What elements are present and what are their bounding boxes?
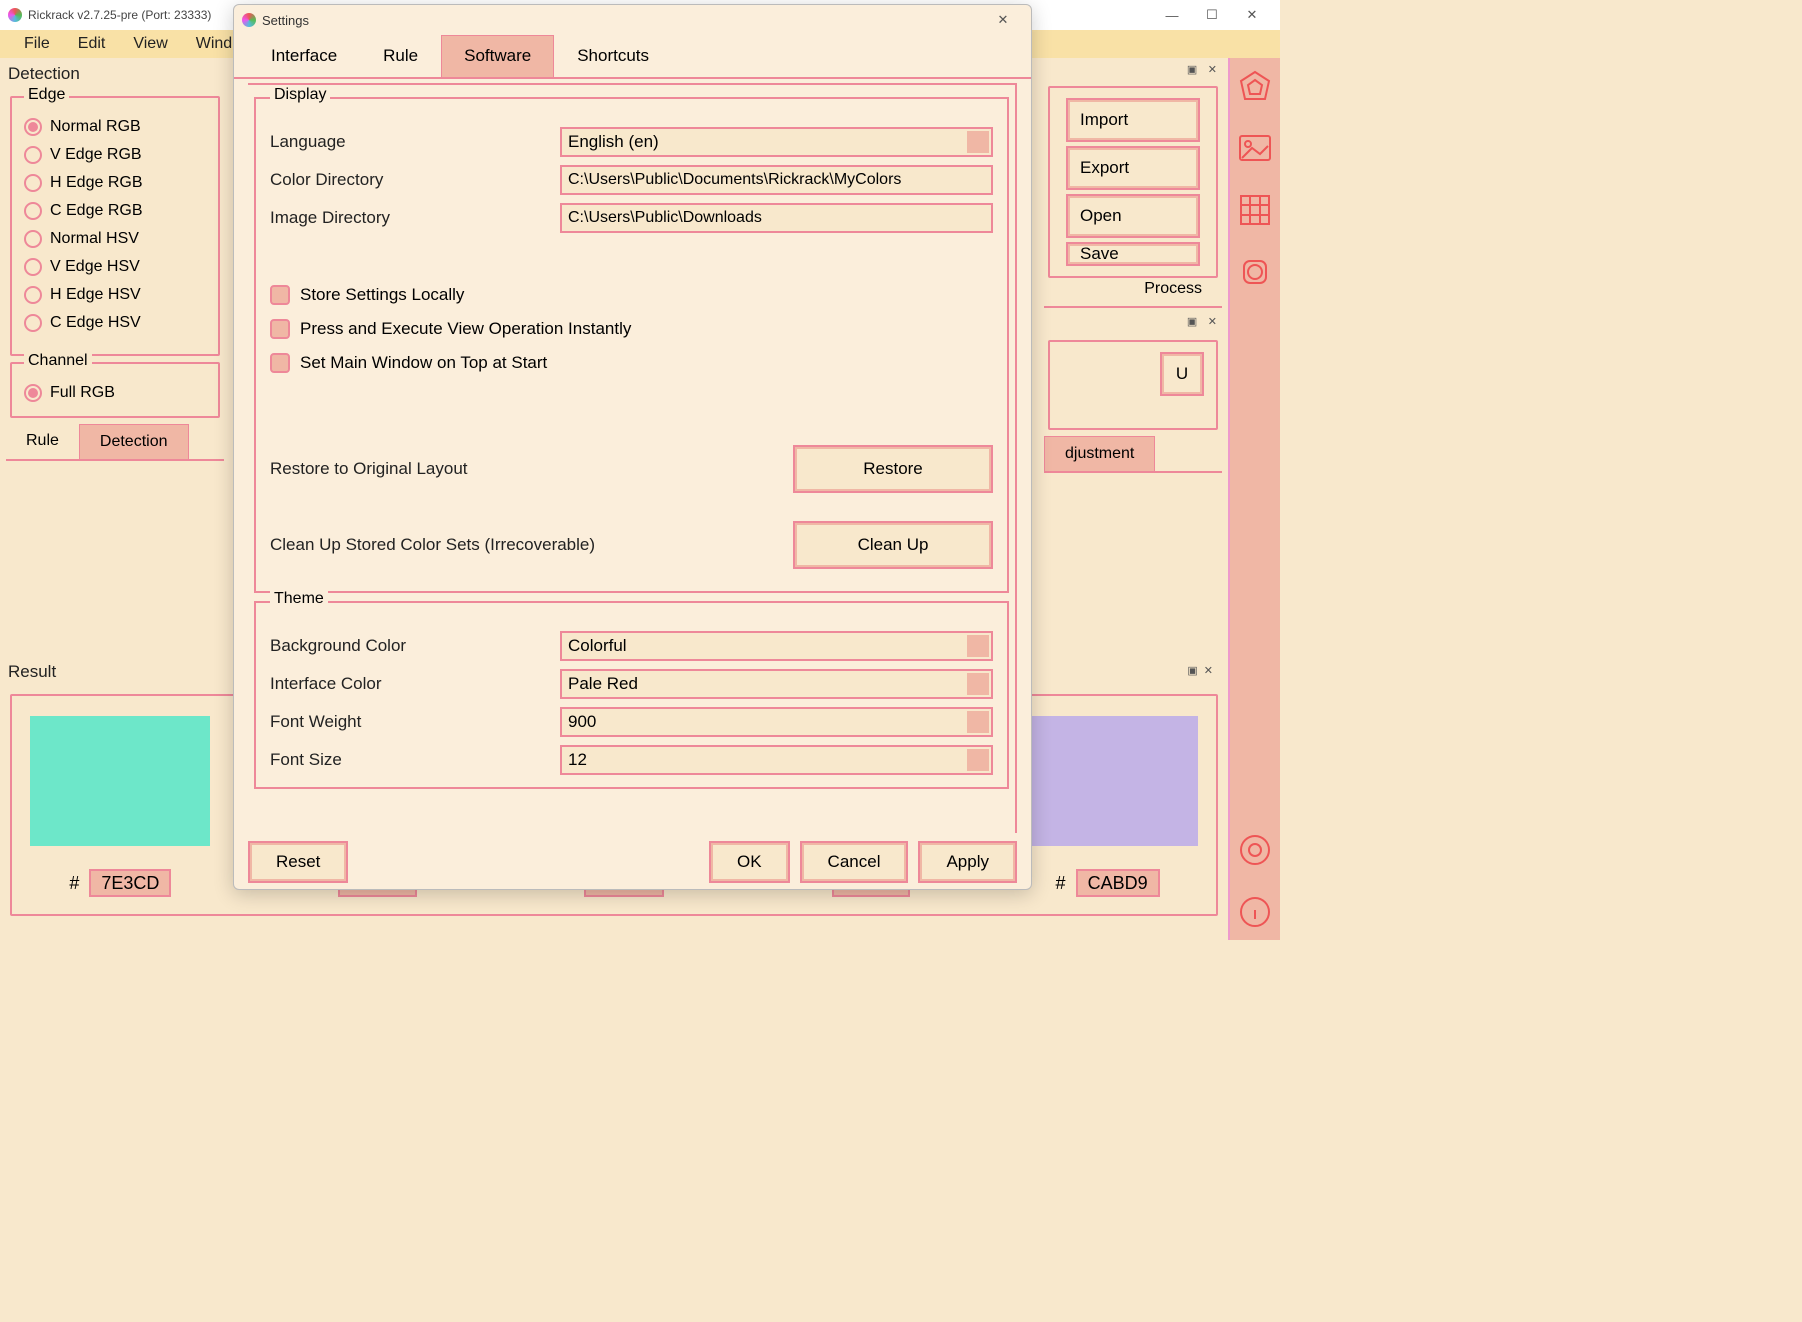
bgcolor-select[interactable]: Colorful (560, 631, 993, 661)
colordir-input[interactable] (560, 165, 993, 195)
menu-file[interactable]: File (10, 35, 64, 53)
reset-button[interactable]: Reset (248, 841, 348, 883)
settings-icon[interactable] (1237, 832, 1273, 868)
maximize-button[interactable]: ☐ (1192, 1, 1232, 29)
check-store-locally[interactable]: Store Settings Locally (270, 285, 993, 305)
app-icon (8, 8, 22, 22)
save-button[interactable]: Save (1066, 242, 1200, 266)
language-label: Language (270, 132, 560, 152)
adjust-group: U (1048, 340, 1218, 430)
tab-interface[interactable]: Interface (248, 35, 360, 77)
result-item: # 7E3CD (30, 716, 210, 894)
minimize-button[interactable]: — (1152, 1, 1192, 29)
tab-shortcuts[interactable]: Shortcuts (554, 35, 672, 77)
ifcolor-select[interactable]: Pale Red (560, 669, 993, 699)
edge-legend: Edge (24, 86, 69, 104)
dialog-icon (242, 13, 256, 27)
dialog-title-bar: Settings ✕ (234, 5, 1031, 35)
edge-group: Edge Normal RGBV Edge RGBH Edge RGBC Edg… (10, 96, 220, 356)
panel-close-icon-2[interactable]: ✕ (1208, 316, 1217, 328)
menu-edit[interactable]: Edit (64, 35, 120, 53)
dialog-footer: Reset OK Cancel Apply (234, 835, 1031, 889)
fontsize-select[interactable]: 12 (560, 745, 993, 775)
edge-option[interactable]: V Edge HSV (24, 258, 206, 276)
colordir-label: Color Directory (270, 170, 560, 190)
check-press-execute[interactable]: Press and Execute View Operation Instant… (270, 319, 993, 339)
export-button[interactable]: Export (1066, 146, 1200, 190)
display-group: Display Language English (en) Color Dire… (254, 97, 1009, 593)
adjust-tab-row: djustment (1044, 436, 1222, 473)
tab-software[interactable]: Software (441, 35, 554, 77)
u-button[interactable]: U (1160, 352, 1204, 396)
fontsize-label: Font Size (270, 750, 560, 770)
hex-value[interactable]: 7E3CD (89, 869, 171, 897)
ifcolor-label: Interface Color (270, 674, 560, 694)
image-icon[interactable] (1237, 130, 1273, 166)
edge-option[interactable]: C Edge RGB (24, 202, 206, 220)
grid-icon[interactable] (1237, 192, 1273, 228)
result-item: # CABD9 (1018, 716, 1198, 894)
fontweight-select[interactable]: 900 (560, 707, 993, 737)
color-swatch[interactable] (30, 716, 210, 846)
hex-value[interactable]: CABD9 (1076, 869, 1160, 897)
detection-tab-row: Rule Detection (6, 424, 224, 461)
tab-rule-settings[interactable]: Rule (360, 35, 441, 77)
imagedir-label: Image Directory (270, 208, 560, 228)
dialog-title: Settings (262, 13, 309, 28)
open-button[interactable]: Open (1066, 194, 1200, 238)
channel-group: Channel Full RGB (10, 362, 220, 418)
result-close-icon[interactable]: ✕ (1204, 656, 1225, 688)
bgcolor-label: Background Color (270, 636, 560, 656)
panel-float-icon-2[interactable]: ▣ (1187, 316, 1197, 328)
edge-option[interactable]: V Edge RGB (24, 146, 206, 164)
restore-label: Restore to Original Layout (270, 459, 793, 479)
restore-button[interactable]: Restore (793, 445, 993, 493)
right-toolbar (1228, 58, 1280, 940)
tab-detection[interactable]: Detection (79, 424, 189, 459)
imagedir-input[interactable] (560, 203, 993, 233)
cleanup-label: Clean Up Stored Color Sets (Irrecoverabl… (270, 535, 793, 555)
app-title: Rickrack v2.7.25-pre (Port: 23333) (28, 8, 211, 22)
theme-group: Theme Background Color Colorful Interfac… (254, 601, 1009, 789)
import-button[interactable]: Import (1066, 98, 1200, 142)
channel-legend: Channel (24, 352, 92, 370)
tab-adjustment[interactable]: djustment (1044, 436, 1155, 471)
channel-option[interactable]: Full RGB (24, 384, 206, 402)
wheel-icon[interactable] (1237, 68, 1273, 104)
theme-legend: Theme (270, 590, 328, 608)
tab-rule[interactable]: Rule (6, 424, 79, 459)
dialog-close-icon[interactable]: ✕ (983, 6, 1023, 34)
info-icon[interactable] (1237, 894, 1273, 930)
edge-option[interactable]: C Edge HSV (24, 314, 206, 332)
edge-option[interactable]: H Edge HSV (24, 286, 206, 304)
cleanup-button[interactable]: Clean Up (793, 521, 993, 569)
fontweight-label: Font Weight (270, 712, 560, 732)
edge-option[interactable]: H Edge RGB (24, 174, 206, 192)
edge-option[interactable]: Normal RGB (24, 118, 206, 136)
color-swatch[interactable] (1018, 716, 1198, 846)
apply-button[interactable]: Apply (918, 841, 1017, 883)
close-button[interactable]: ✕ (1232, 1, 1272, 29)
edge-option[interactable]: Normal HSV (24, 230, 206, 248)
cancel-button[interactable]: Cancel (800, 841, 909, 883)
language-select[interactable]: English (en) (560, 127, 993, 157)
menu-view[interactable]: View (119, 35, 181, 53)
ok-button[interactable]: OK (709, 841, 790, 883)
settings-tabs: Interface Rule Software Shortcuts (234, 35, 1031, 79)
process-group: Import Export Open Save (1048, 86, 1218, 278)
result-float-icon[interactable]: ▣ (1187, 656, 1197, 688)
shapes-icon[interactable] (1237, 254, 1273, 290)
panel-close-icon[interactable]: ✕ (1208, 64, 1217, 76)
result-title: Result (0, 656, 64, 688)
panel-float-icon[interactable]: ▣ (1187, 64, 1197, 76)
display-legend: Display (270, 86, 330, 104)
check-window-top[interactable]: Set Main Window on Top at Start (270, 353, 993, 373)
settings-dialog: Settings ✕ Interface Rule Software Short… (233, 4, 1032, 890)
